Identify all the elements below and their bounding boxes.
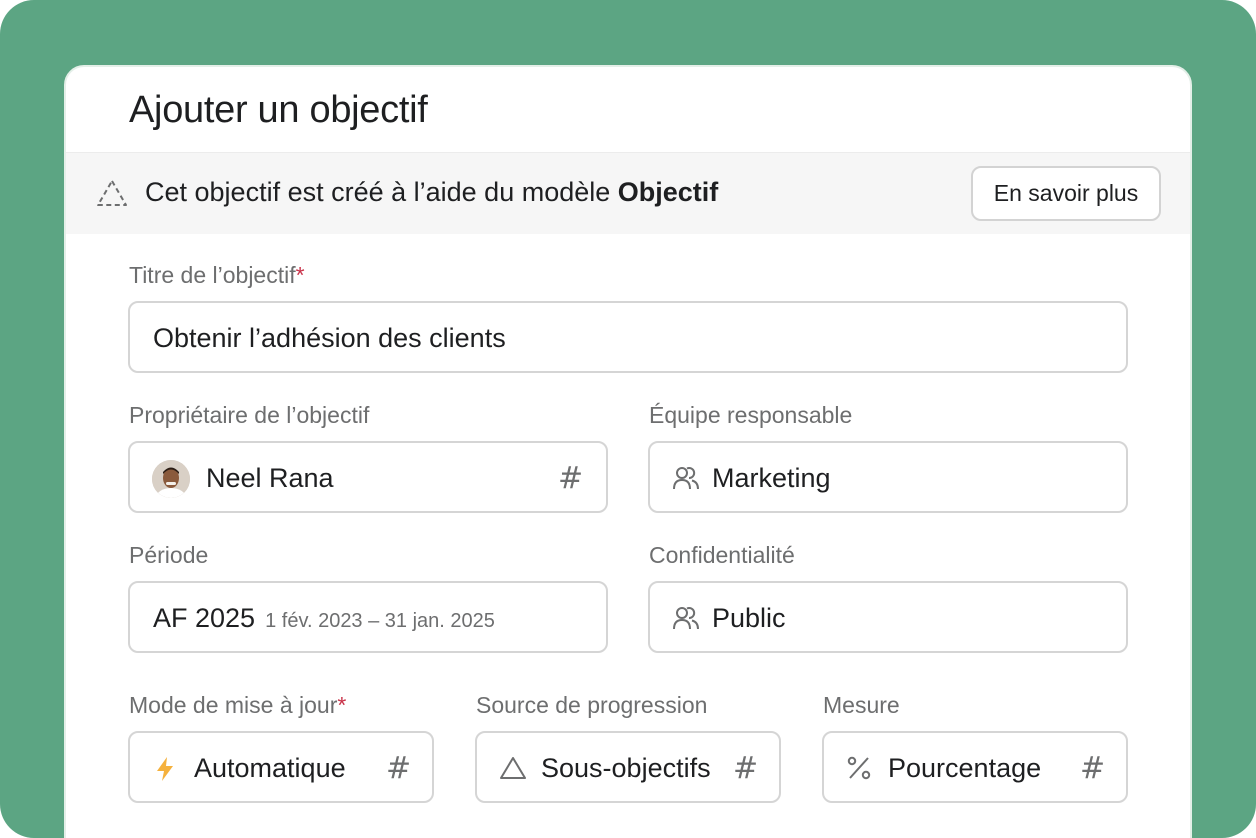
- goal-title-label: Titre de l’objectif*: [129, 262, 305, 289]
- update-mode-value: Automatique: [194, 753, 346, 783]
- period-label: Période: [129, 542, 209, 568]
- goal-title-label-text: Titre de l’objectif: [129, 262, 296, 288]
- template-banner-text: Cet objectif est créé à l’aide du modèle…: [145, 177, 718, 208]
- goal-title-input[interactable]: Obtenir l’adhésion des clients: [128, 301, 1128, 373]
- hash-icon: #: [733, 751, 759, 786]
- period-value: AF 2025 1 fév. 2023 – 31 jan. 2025: [153, 603, 495, 634]
- progress-source-field[interactable]: Sous-objectifs #: [475, 731, 781, 803]
- measure-label: Mesure: [823, 692, 900, 718]
- goal-owner-label: Propriétaire de l’objectif: [129, 402, 370, 428]
- triangle-icon: [500, 757, 526, 779]
- progress-source-value: Sous-objectifs: [541, 753, 711, 783]
- period-name: AF 2025: [153, 603, 256, 633]
- goal-title-value: Obtenir l’adhésion des clients: [153, 323, 506, 353]
- percent-icon: [847, 756, 871, 780]
- banner-text-prefix: Cet objectif est créé à l’aide du modèle: [145, 177, 618, 207]
- team-icon: [673, 607, 699, 630]
- hash-icon: #: [1080, 751, 1106, 786]
- learn-more-button[interactable]: En savoir plus: [971, 166, 1161, 221]
- measure-value: Pourcentage: [888, 753, 1042, 783]
- required-mark: *: [295, 262, 305, 288]
- privacy-value: Public: [712, 603, 786, 633]
- hash-icon: #: [558, 461, 584, 496]
- period-field[interactable]: AF 2025 1 fév. 2023 – 31 jan. 2025: [128, 581, 608, 653]
- dashed-triangle-icon: [97, 180, 127, 206]
- add-goal-dialog: Ajouter un objectif Cet objectif est cré…: [64, 65, 1192, 838]
- responsible-team-field[interactable]: Marketing: [648, 441, 1128, 513]
- goal-owner-value: Neel Rana: [206, 463, 334, 493]
- update-mode-field[interactable]: Automatique #: [128, 731, 434, 803]
- hash-icon: #: [386, 751, 412, 786]
- measure-field[interactable]: Pourcentage #: [822, 731, 1128, 803]
- template-name: Objectif: [617, 177, 719, 207]
- responsible-team-value: Marketing: [712, 463, 831, 493]
- privacy-field[interactable]: Public: [648, 581, 1128, 653]
- avatar: [152, 460, 190, 498]
- progress-source-label: Source de progression: [476, 692, 708, 718]
- update-mode-label-text: Mode de mise à jour: [129, 692, 338, 718]
- team-icon: [673, 467, 699, 490]
- goal-owner-field[interactable]: Neel Rana #: [128, 441, 608, 513]
- privacy-label: Confidentialité: [649, 542, 795, 568]
- lightning-icon: [157, 757, 173, 781]
- required-mark: *: [337, 692, 347, 718]
- period-range: 1 fév. 2023 – 31 jan. 2025: [265, 610, 495, 632]
- dialog-title: Ajouter un objectif: [129, 89, 428, 131]
- page-background: Ajouter un objectif Cet objectif est cré…: [0, 0, 1256, 838]
- responsible-team-label: Équipe responsable: [649, 402, 853, 428]
- update-mode-label: Mode de mise à jour*: [129, 692, 346, 719]
- template-banner: Cet objectif est créé à l’aide du modèle…: [66, 152, 1190, 234]
